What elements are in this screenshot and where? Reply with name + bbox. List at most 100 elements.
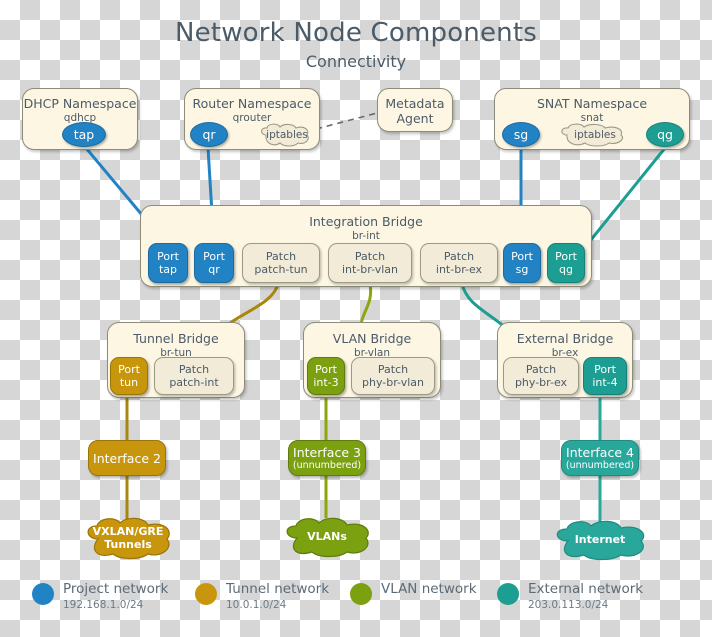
vxlan-gre-tunnels-cloud-label: VXLAN/GRE Tunnels bbox=[82, 516, 174, 560]
external-bridge-title: External Bridge bbox=[516, 331, 614, 346]
tunnel-port-tun[interactable]: Port tun bbox=[110, 357, 148, 395]
legend: Project network 192.168.1.0/24 Tunnel ne… bbox=[0, 575, 712, 623]
dhcp-namespace-header: DHCP Namespace qdhcp bbox=[23, 89, 137, 126]
snat-sg-port[interactable]: sg bbox=[502, 122, 540, 147]
int-port-qg[interactable]: Port qg bbox=[547, 243, 585, 283]
tunnel-port-tun-kind: Port bbox=[118, 363, 140, 376]
dhcp-tap-port[interactable]: tap bbox=[62, 122, 106, 147]
metadata-agent-box[interactable]: Metadata Agent bbox=[377, 88, 453, 132]
vlan-port-int-3-name: int-3 bbox=[313, 376, 339, 389]
int-port-qr[interactable]: Port qr bbox=[194, 243, 234, 283]
int-port-sg[interactable]: Port sg bbox=[503, 243, 541, 283]
int-patch-int-br-vlan[interactable]: Patch int-br-vlan bbox=[328, 243, 412, 283]
snat-namespace-header: SNAT Namespace snat bbox=[495, 89, 689, 126]
int-patch-int-br-vlan-name: int-br-vlan bbox=[341, 263, 399, 276]
int-port-qg-kind: Port bbox=[555, 250, 577, 263]
int-patch-int-br-ex-name: int-br-ex bbox=[435, 263, 483, 276]
vlan-port-int-3-kind: Port bbox=[315, 363, 337, 376]
vlan-patch-phy-br-vlan[interactable]: Patch phy-br-vlan bbox=[351, 357, 435, 395]
snat-iptables-label: iptables bbox=[574, 129, 616, 141]
interface-3[interactable]: Interface 3 (unnumbered) bbox=[288, 440, 366, 476]
router-qr-port[interactable]: qr bbox=[190, 122, 228, 147]
interface-3-note: (unnumbered) bbox=[292, 460, 362, 471]
tunnel-patch-patch-int-kind: Patch bbox=[178, 363, 210, 376]
legend-dot-vlan-network bbox=[350, 583, 372, 605]
metadata-agent-header: Metadata Agent bbox=[378, 89, 452, 126]
int-patch-patch-tun[interactable]: Patch patch-tun bbox=[242, 243, 320, 283]
int-port-qg-name: qg bbox=[559, 263, 573, 276]
int-patch-int-br-vlan-kind: Patch bbox=[354, 250, 386, 263]
int-port-tap[interactable]: Port tap bbox=[148, 243, 188, 283]
integration-bridge-title: Integration Bridge bbox=[309, 214, 423, 229]
external-patch-phy-br-ex-name: phy-br-ex bbox=[514, 376, 568, 389]
external-patch-phy-br-ex-kind: Patch bbox=[525, 363, 557, 376]
legend-label-external-network: External network bbox=[528, 581, 644, 597]
router-namespace-header: Router Namespace qrouter bbox=[185, 89, 319, 126]
tunnel-bridge-header: Tunnel Bridge br-tun bbox=[108, 323, 244, 361]
int-port-tap-name: tap bbox=[158, 263, 178, 276]
router-iptables-cloud[interactable]: iptables bbox=[256, 122, 318, 148]
diagram-canvas: Network Node Components Connectivity DHC… bbox=[0, 0, 712, 637]
legend-subnet-external-network: 203.0.113.0/24 bbox=[528, 599, 609, 611]
interface-4[interactable]: Interface 4 (unnumbered) bbox=[561, 440, 639, 476]
router-namespace-title: Router Namespace bbox=[192, 96, 312, 111]
int-port-sg-name: sg bbox=[515, 263, 529, 276]
legend-label-vlan-network: VLAN network bbox=[381, 581, 477, 597]
vxlan-gre-tunnels-line2: Tunnels bbox=[104, 538, 152, 551]
integration-bridge-sub: br-int bbox=[352, 230, 380, 242]
external-patch-phy-br-ex[interactable]: Patch phy-br-ex bbox=[503, 357, 579, 395]
legend-dot-external-network bbox=[497, 583, 519, 605]
legend-item-tunnel-network: Tunnel network 10.0.1.0/24 bbox=[195, 581, 329, 612]
tunnel-patch-patch-int-name: patch-int bbox=[169, 376, 219, 389]
legend-label-tunnel-network: Tunnel network bbox=[226, 581, 330, 597]
vlans-line1: VLANs bbox=[307, 530, 347, 544]
snat-iptables-cloud[interactable]: iptables bbox=[556, 122, 634, 148]
dhcp-tap-port-label: tap bbox=[73, 127, 95, 142]
vlans-cloud[interactable]: VLANs bbox=[281, 516, 373, 558]
legend-subnet-project-network: 192.168.1.0/24 bbox=[63, 599, 144, 611]
int-port-qr-kind: Port bbox=[203, 250, 225, 263]
external-port-int-4[interactable]: Port int-4 bbox=[583, 357, 627, 395]
router-iptables-label: iptables bbox=[266, 129, 308, 141]
internet-cloud[interactable]: Internet bbox=[551, 519, 649, 561]
legend-dot-tunnel-network bbox=[195, 583, 217, 605]
vxlan-gre-tunnels-cloud[interactable]: VXLAN/GRE Tunnels bbox=[82, 516, 174, 560]
vxlan-gre-tunnels-line1: VXLAN/GRE bbox=[92, 524, 164, 538]
wire-router-metadata bbox=[315, 111, 382, 130]
legend-subnet-tunnel-network: 10.0.1.0/24 bbox=[226, 599, 287, 611]
legend-item-external-network: External network 203.0.113.0/24 bbox=[497, 581, 643, 612]
int-patch-int-br-ex[interactable]: Patch int-br-ex bbox=[420, 243, 498, 283]
vlan-patch-phy-br-vlan-name: phy-br-vlan bbox=[362, 376, 424, 389]
interface-2-name: Interface 2 bbox=[93, 450, 161, 466]
external-port-int-4-name: int-4 bbox=[592, 376, 618, 389]
dhcp-namespace-title: DHCP Namespace bbox=[23, 96, 137, 111]
tunnel-port-tun-name: tun bbox=[119, 376, 139, 389]
legend-label-project-network: Project network bbox=[63, 581, 169, 597]
metadata-agent-line1: Metadata bbox=[385, 96, 445, 111]
interface-2[interactable]: Interface 2 bbox=[88, 440, 166, 476]
vlans-cloud-label: VLANs bbox=[281, 516, 373, 558]
router-qr-port-label: qr bbox=[202, 127, 216, 142]
interface-4-note: (unnumbered) bbox=[565, 460, 635, 471]
vlan-port-int-3[interactable]: Port int-3 bbox=[307, 357, 345, 395]
page-subtitle: Connectivity bbox=[305, 52, 407, 71]
vlan-patch-phy-br-vlan-kind: Patch bbox=[377, 363, 409, 376]
wire-qg-port-qg bbox=[584, 147, 667, 247]
snat-qg-port[interactable]: qg bbox=[646, 122, 684, 147]
external-bridge-header: External Bridge br-ex bbox=[498, 323, 632, 361]
snat-namespace-title: SNAT Namespace bbox=[536, 96, 648, 111]
int-port-qr-name: qr bbox=[208, 263, 220, 276]
internet-line1: Internet bbox=[574, 533, 626, 547]
external-port-int-4-kind: Port bbox=[594, 363, 616, 376]
int-port-tap-kind: Port bbox=[157, 250, 179, 263]
interface-4-name: Interface 4 bbox=[566, 445, 634, 460]
tunnel-patch-patch-int[interactable]: Patch patch-int bbox=[154, 357, 234, 395]
tunnel-bridge-title: Tunnel Bridge bbox=[133, 331, 219, 346]
vlan-bridge-header: VLAN Bridge br-vlan bbox=[304, 323, 440, 361]
vlan-bridge-title: VLAN Bridge bbox=[332, 331, 412, 346]
int-patch-int-br-ex-kind: Patch bbox=[443, 250, 475, 263]
int-patch-patch-tun-kind: Patch bbox=[265, 250, 297, 263]
snat-qg-port-label: qg bbox=[657, 127, 673, 142]
metadata-agent-line2: Agent bbox=[396, 111, 434, 126]
snat-sg-port-label: sg bbox=[513, 127, 529, 142]
